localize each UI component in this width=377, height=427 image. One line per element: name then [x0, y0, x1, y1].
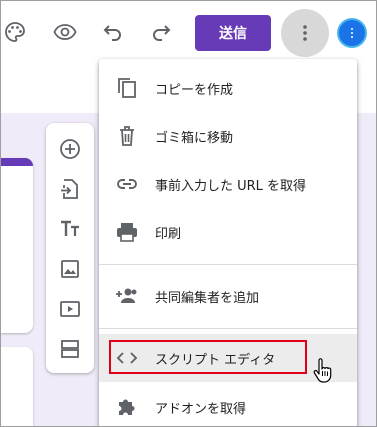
more-options-button[interactable] — [281, 9, 329, 57]
image-icon[interactable] — [58, 257, 82, 281]
menu-item-label: 共同編集者を追加 — [155, 290, 260, 306]
floating-toolbar — [46, 123, 94, 373]
undo-icon[interactable] — [99, 18, 127, 46]
print-icon — [115, 220, 139, 244]
menu-divider — [99, 264, 357, 265]
menu-item-move-to-trash[interactable]: ゴミ箱に移動 — [99, 112, 357, 160]
menu-item-label: アドオンを取得 — [155, 401, 247, 417]
menu-item-get-addons[interactable]: アドオンを取得 — [99, 383, 357, 426]
eye-icon[interactable] — [51, 18, 79, 46]
section-icon[interactable] — [58, 337, 82, 361]
trash-icon — [115, 124, 139, 148]
redo-icon[interactable] — [147, 18, 175, 46]
send-button[interactable]: 送信 — [195, 15, 271, 51]
menu-item-label: ゴミ箱に移動 — [155, 130, 234, 146]
link-icon — [115, 172, 139, 196]
avatar[interactable] — [337, 18, 367, 48]
menu-item-add-collaborators[interactable]: 共同編集者を追加 — [99, 272, 357, 320]
title-text-icon[interactable] — [58, 217, 82, 241]
menu-item-label: 印刷 — [155, 226, 182, 242]
menu-item-prefilled-url[interactable]: 事前入力した URL を取得 — [99, 160, 357, 208]
import-questions-icon[interactable] — [58, 177, 82, 201]
highlight-annotation — [109, 340, 307, 374]
hand-cursor-icon — [313, 358, 332, 383]
more-vert-icon — [303, 25, 307, 41]
puzzle-icon — [115, 395, 139, 419]
form-question-card[interactable] — [1, 347, 33, 426]
menu-item-make-copy[interactable]: コピーを作成 — [99, 64, 357, 112]
video-icon[interactable] — [58, 297, 82, 321]
add-collaborator-icon — [115, 284, 139, 308]
menu-item-print[interactable]: 印刷 — [99, 208, 357, 256]
copy-icon — [115, 76, 139, 100]
palette-icon[interactable] — [1, 18, 29, 46]
top-bar: 送信 — [1, 1, 376, 65]
app-frame: 送信 コピーを作成 ゴミ箱に移動 事前入力した URL を取得 印刷 共同編集者… — [0, 0, 377, 427]
add-question-icon[interactable] — [58, 137, 82, 161]
form-header-card[interactable] — [1, 158, 33, 333]
menu-divider — [99, 328, 357, 329]
menu-item-label: コピーを作成 — [155, 82, 234, 98]
menu-item-label: 事前入力した URL を取得 — [155, 178, 307, 194]
